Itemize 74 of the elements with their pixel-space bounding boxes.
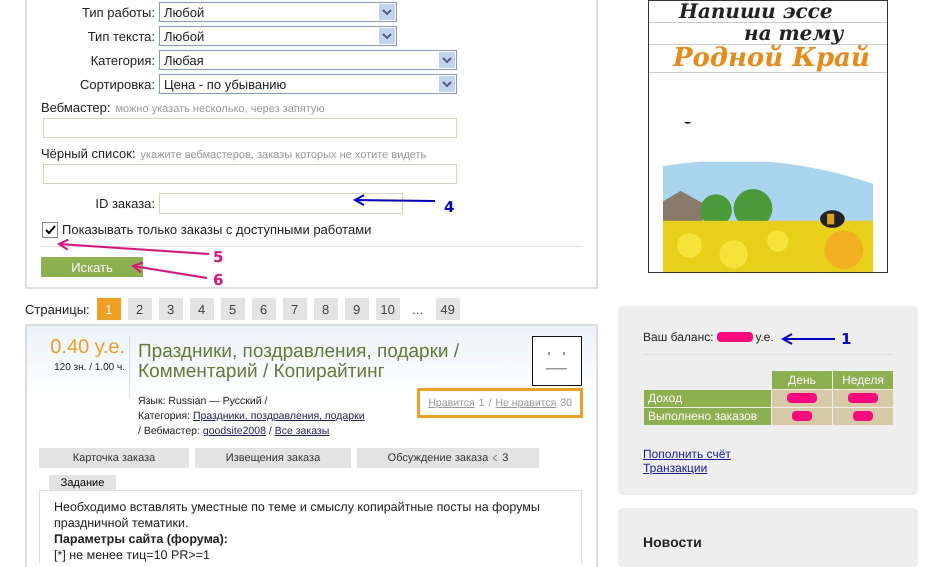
redaction-mark (792, 411, 812, 422)
column-header: Неделя (833, 370, 893, 389)
annotation-number: 4 (444, 198, 454, 216)
balance-unit: у.е. (756, 330, 774, 344)
account-link[interactable]: Пополнить счёт (643, 446, 893, 461)
order-volume: 120 зн. / 1.00 ч. (53, 362, 125, 373)
page-link[interactable]: 2 (128, 298, 152, 320)
field-label: Тип текста: (86, 28, 156, 44)
chevron-down-icon (439, 76, 455, 92)
task-line: [*] не менее тиц=10 PR>=1 (54, 547, 211, 563)
task-heading: Параметры сайта (форума): (54, 532, 228, 546)
field-label: Чёрный список: (41, 146, 136, 161)
vote-separator: / (488, 397, 492, 409)
dislike-count: 30 (560, 397, 572, 409)
page-link[interactable]: 5 (220, 298, 245, 320)
pagination-ellipsis: ... (411, 300, 424, 318)
page-link[interactable]: 9 (344, 298, 369, 320)
row-header: Доход (644, 390, 771, 407)
redaction-mark (848, 393, 878, 404)
like-count: 1 (478, 397, 484, 409)
order-tab[interactable]: Карточка заказа (39, 448, 189, 468)
field-label: Тип работы: (80, 4, 156, 20)
input-field[interactable] (43, 118, 457, 138)
field-hint: можно указать несколько, через запятую (115, 103, 325, 115)
order-title: Праздники, поздравления, подарки / Комментарий / Копирайтинг (138, 342, 460, 384)
checkbox-label: Показывать только заказы с доступными работами (62, 222, 372, 237)
chevron-down-icon (439, 52, 455, 68)
input-field[interactable] (159, 192, 403, 214)
checkmark-icon (44, 224, 56, 236)
input-field[interactable] (43, 164, 457, 184)
column-header: День (772, 370, 832, 389)
field-label: Категория: (90, 52, 156, 68)
field-hint: укажите вебмастеров, заказы которых не хотите видеть (140, 149, 426, 161)
field-label: Вебмастер: (41, 100, 110, 115)
page-link[interactable]: 6 (252, 298, 276, 320)
subtab[interactable]: Задание (49, 475, 116, 490)
details-link[interactable]: Праздники, поздравления, подарки (192, 410, 365, 422)
row-header: Выполнено заказов (644, 408, 771, 425)
order-details: Язык: Russian — Русский / Категория: Праздники, поздравления, подарки / Вебмастер: goodsite2008 / Все заказы (138, 394, 366, 439)
redaction-mark (787, 393, 817, 404)
annotation-number: 6 (213, 271, 224, 289)
chevron-down-icon (379, 28, 395, 44)
page-link[interactable]: 7 (282, 298, 307, 320)
dropdown[interactable]: Цена - по убыванию (159, 74, 457, 94)
account-link[interactable]: Транзакции (643, 460, 893, 475)
details-link[interactable]: Все заказы (274, 425, 330, 437)
order-tab[interactable]: Обсуждение заказа 3 (357, 448, 539, 468)
banner-text: Напиши эссе (649, 1, 887, 23)
redaction-mark (716, 332, 753, 342)
task-text: Необходимо вставлять уместные по теме и смыслу копирайтные посты на форумы праздничной тематики. (54, 499, 541, 531)
page-link[interactable]: 8 (314, 298, 338, 320)
field-label: ID заказа: (94, 196, 156, 210)
annotation-number: 5 (213, 248, 224, 266)
chevron-left-icon (491, 454, 500, 462)
page-link[interactable]: 49 (436, 298, 460, 320)
redaction-mark (853, 411, 873, 422)
checkbox[interactable] (42, 222, 58, 238)
chevron-down-icon (379, 4, 395, 20)
pagination-label: Страницы: (25, 302, 90, 316)
page-link[interactable]: 3 (158, 298, 183, 320)
order-tab[interactable]: Извещения заказа (195, 448, 351, 468)
annotation-number: 1 (841, 330, 852, 348)
details-link[interactable]: goodsite2008 (202, 425, 266, 437)
page-link[interactable]: 4 (190, 298, 214, 320)
banner-text: на тему (649, 23, 887, 45)
banner-text: Родной Край (649, 45, 887, 74)
field-label: Сортировка: (79, 76, 156, 92)
page-link[interactable]: 10 (376, 298, 400, 320)
balance-label: Ваш баланс: (643, 330, 714, 344)
news-title: Новости (643, 534, 703, 550)
order-price: 0.40 у.е. (49, 336, 125, 359)
dropdown[interactable]: Любая (159, 50, 457, 70)
dropdown[interactable]: Любой (159, 2, 397, 22)
dropdown[interactable]: Любой (159, 26, 397, 46)
